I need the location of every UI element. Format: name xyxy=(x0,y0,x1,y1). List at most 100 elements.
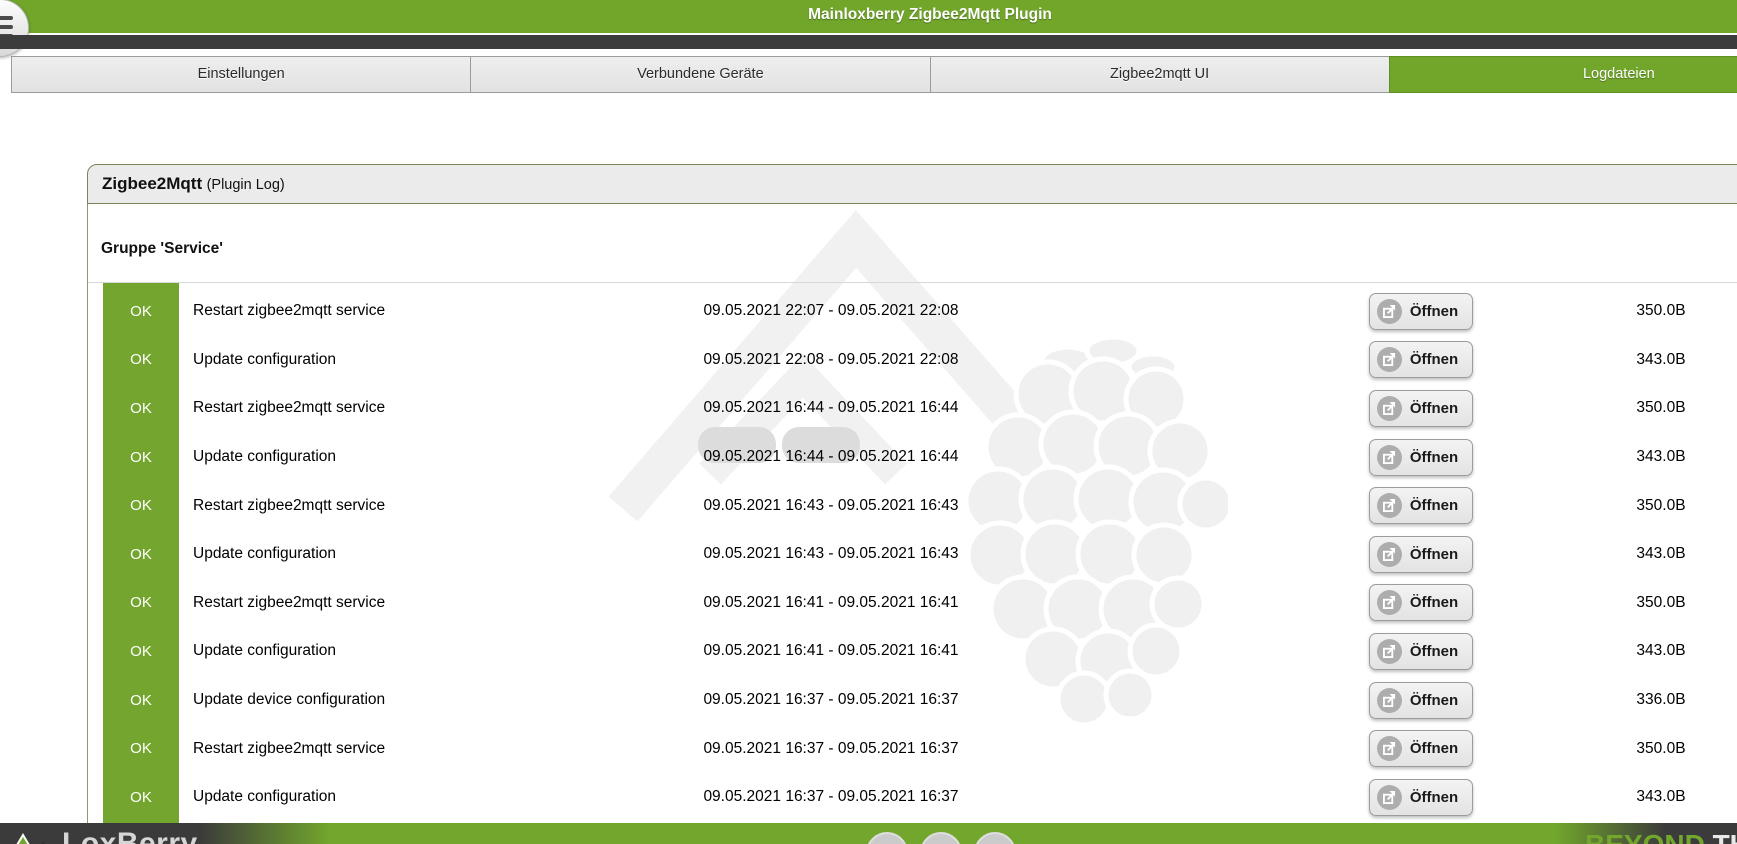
status-badge: OK xyxy=(130,302,152,320)
status-badge: OK xyxy=(130,351,152,369)
open-log-button[interactable]: Öffnen xyxy=(1368,535,1474,573)
log-row: OK Update configuration 09.05.2021 22:08 -… xyxy=(88,336,1737,385)
tab-verbundene-geraete[interactable]: Verbundene Geräte xyxy=(470,56,931,93)
share-action-icon xyxy=(1376,493,1402,519)
log-open-cell: Öffnen xyxy=(1271,584,1571,622)
log-size: 343.0B xyxy=(1636,545,1686,563)
open-log-button[interactable]: Öffnen xyxy=(1368,292,1474,330)
panel-subtitle: (Plugin Log) xyxy=(207,177,285,193)
panel-title: Zigbee2Mqtt xyxy=(102,174,203,193)
share-action-icon xyxy=(1376,638,1402,664)
share-action-icon xyxy=(1376,736,1402,762)
log-size: 350.0B xyxy=(1636,399,1686,417)
top-header-bar: Mainloxberry Zigbee2Mqtt Plugin xyxy=(0,0,1737,33)
log-size: 343.0B xyxy=(1636,788,1686,806)
log-period: 09.05.2021 16:43 - 09.05.2021 16:43 xyxy=(703,496,959,514)
panel-header: Zigbee2Mqtt (Plugin Log) xyxy=(87,164,1737,204)
log-period: 09.05.2021 16:37 - 09.05.2021 16:37 xyxy=(703,691,959,709)
share-action-icon xyxy=(1376,687,1402,713)
log-open-cell: Öffnen xyxy=(1271,292,1571,330)
status-badge: OK xyxy=(130,740,152,758)
hamburger-menu-icon xyxy=(0,16,13,20)
log-open-cell: Öffnen xyxy=(1271,438,1571,476)
hamburger-menu-icon xyxy=(0,25,13,29)
open-log-button[interactable]: Öffnen xyxy=(1368,487,1474,525)
minimize-button[interactable] xyxy=(920,832,962,844)
status-badge: OK xyxy=(130,497,152,515)
header-divider-bar xyxy=(0,35,1737,49)
log-size: 350.0B xyxy=(1636,593,1686,611)
footer-tagline: BEYOND TH xyxy=(1585,829,1737,844)
log-open-cell: Öffnen xyxy=(1271,535,1571,573)
tab-bar: Einstellungen Verbundene Geräte Zigbee2mqt… xyxy=(11,56,1737,93)
footer-bar: LoxBerry BEYOND TH xyxy=(0,823,1737,844)
log-open-cell: Öffnen xyxy=(1271,778,1571,816)
log-row: OK Restart zigbee2mqtt service 09.05.2021 … xyxy=(88,724,1737,773)
log-description: Update configuration xyxy=(193,545,337,563)
log-open-cell: Öffnen xyxy=(1271,681,1571,719)
loxberry-logo-icon xyxy=(16,833,45,844)
log-period: 09.05.2021 16:44 - 09.05.2021 16:44 xyxy=(703,448,959,466)
open-button-label: Öffnen xyxy=(1409,448,1459,466)
log-description: Update configuration xyxy=(193,642,337,660)
log-description: Restart zigbee2mqtt service xyxy=(193,739,386,757)
log-period: 09.05.2021 16:41 - 09.05.2021 16:41 xyxy=(703,593,959,611)
log-table: OK Restart zigbee2mqtt service 09.05.2021 … xyxy=(88,282,1737,826)
open-log-button[interactable]: Öffnen xyxy=(1368,584,1474,622)
log-row: OK Update device configuration 09.05.2021 … xyxy=(88,676,1737,725)
panel-body: Gruppe 'Service' OK Restart zigbee2mqtt s… xyxy=(87,204,1737,844)
scroll-top-button[interactable] xyxy=(866,832,908,844)
status-badge: OK xyxy=(130,594,152,612)
open-log-button[interactable]: Öffnen xyxy=(1368,632,1474,670)
tab-einstellungen[interactable]: Einstellungen xyxy=(11,56,472,93)
page-title: Mainloxberry Zigbee2Mqtt Plugin xyxy=(808,6,1052,23)
tab-logdateien[interactable]: Logdateien xyxy=(1388,56,1737,93)
status-badge: OK xyxy=(130,545,152,563)
log-open-cell: Öffnen xyxy=(1271,487,1571,525)
footer-tagline-accent: BEYOND xyxy=(1585,829,1705,844)
log-row: OK Restart zigbee2mqtt service 09.05.2021 … xyxy=(88,384,1737,433)
share-action-icon xyxy=(1376,590,1402,616)
log-period: 09.05.2021 16:44 - 09.05.2021 16:44 xyxy=(703,399,959,417)
open-button-label: Öffnen xyxy=(1409,691,1459,709)
open-log-button[interactable]: Öffnen xyxy=(1368,389,1474,427)
share-action-icon xyxy=(1376,444,1402,470)
open-button-label: Öffnen xyxy=(1409,351,1459,369)
open-button-label: Öffnen xyxy=(1409,545,1459,563)
open-log-button[interactable]: Öffnen xyxy=(1368,681,1474,719)
log-row: OK Restart zigbee2mqtt service 09.05.2021 … xyxy=(88,579,1737,628)
status-badge: OK xyxy=(130,399,152,417)
open-log-button[interactable]: Öffnen xyxy=(1368,778,1474,816)
open-log-button[interactable]: Öffnen xyxy=(1368,730,1474,768)
log-description: Update configuration xyxy=(193,788,337,806)
log-period: 09.05.2021 16:37 - 09.05.2021 16:37 xyxy=(703,739,959,757)
log-row: OK Update configuration 09.05.2021 16:37 -… xyxy=(88,773,1737,822)
log-description: Restart zigbee2mqtt service xyxy=(193,496,386,514)
status-badge: OK xyxy=(130,642,152,660)
open-button-label: Öffnen xyxy=(1409,497,1459,515)
open-log-button[interactable]: Öffnen xyxy=(1368,438,1474,476)
log-description: Update configuration xyxy=(193,448,337,466)
log-size: 343.0B xyxy=(1636,448,1686,466)
log-period: 09.05.2021 22:08 - 09.05.2021 22:08 xyxy=(703,350,959,368)
log-row: OK Restart zigbee2mqtt service 09.05.2021 … xyxy=(88,481,1737,530)
log-open-cell: Öffnen xyxy=(1271,730,1571,768)
open-button-label: Öffnen xyxy=(1409,302,1459,320)
log-group-title: Gruppe 'Service' xyxy=(101,240,223,257)
log-period: 09.05.2021 22:07 - 09.05.2021 22:08 xyxy=(703,302,959,320)
open-log-button[interactable]: Öffnen xyxy=(1368,341,1474,379)
log-size: 350.0B xyxy=(1636,496,1686,514)
log-size: 336.0B xyxy=(1636,691,1686,709)
log-row: OK Update configuration 09.05.2021 16:44 -… xyxy=(88,433,1737,482)
share-action-icon xyxy=(1376,298,1402,324)
footer-tagline-rest: TH xyxy=(1705,829,1737,844)
log-open-cell: Öffnen xyxy=(1271,341,1571,379)
tab-zigbee2mqtt-ui[interactable]: Zigbee2mqtt UI xyxy=(929,56,1390,93)
log-description: Update configuration xyxy=(193,350,337,368)
share-action-icon xyxy=(1376,347,1402,373)
share-action-icon xyxy=(1376,395,1402,421)
status-badge: OK xyxy=(130,448,152,466)
status-badge: OK xyxy=(130,691,152,709)
power-button[interactable] xyxy=(974,832,1016,844)
log-size: 350.0B xyxy=(1636,302,1686,320)
